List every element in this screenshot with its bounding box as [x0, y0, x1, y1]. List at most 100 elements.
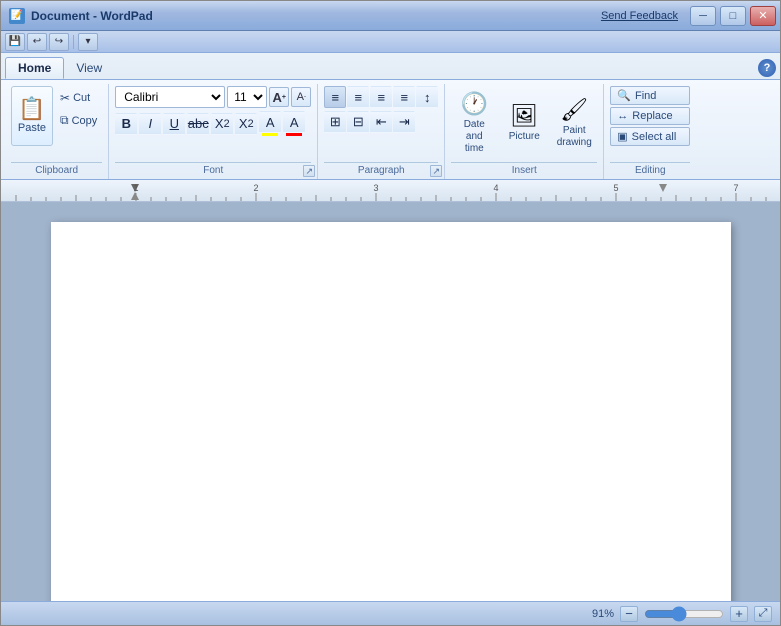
select-all-icon: ▣	[617, 130, 627, 143]
align-center-button[interactable]: ≡	[347, 86, 369, 108]
font-content: Calibri 11 A+ A- B I U abc X2	[115, 86, 311, 162]
font-size-select[interactable]: 11	[227, 86, 267, 108]
picture-icon: 🖼	[510, 103, 538, 129]
copy-button[interactable]: ⧉ Copy	[55, 110, 102, 131]
font-expand-button[interactable]: ↗	[303, 165, 315, 177]
title-bar: 📝 Document - WordPad Send Feedback ─ □ ✕	[1, 1, 780, 31]
cut-label: Cut	[73, 92, 90, 104]
editing-content: 🔍 Find ↔ Replace ▣ Select all	[610, 86, 690, 162]
svg-text:1: 1	[133, 183, 138, 193]
select-all-button[interactable]: ▣ Select all	[610, 127, 690, 146]
para-row-1: ≡ ≡ ≡ ≡ ↕	[324, 86, 438, 108]
editing-group: 🔍 Find ↔ Replace ▣ Select all Editing	[604, 84, 696, 179]
find-button[interactable]: 🔍 Find	[610, 86, 690, 105]
find-label: Find	[635, 90, 656, 102]
zoom-level: 91%	[592, 608, 614, 620]
zoom-slider[interactable]	[644, 607, 724, 621]
save-quick-btn[interactable]: 💾	[5, 33, 25, 51]
replace-label: Replace	[632, 110, 672, 122]
tab-view[interactable]: View	[64, 57, 114, 79]
ribbon: Home View ? 📋 Paste ✂ Cut	[1, 53, 780, 180]
svg-text:3: 3	[373, 183, 378, 193]
align-justify-button[interactable]: ≡	[393, 86, 415, 108]
insert-label: Insert	[451, 162, 597, 179]
svg-text:2: 2	[253, 183, 258, 193]
paint-drawing-button[interactable]: 🖌 Paintdrawing	[551, 92, 597, 154]
redo-quick-btn[interactable]: ↪	[49, 33, 69, 51]
line-spacing-button[interactable]: ↕	[416, 86, 438, 108]
zoom-in-button[interactable]: +	[730, 606, 748, 622]
ribbon-tabs: Home View ?	[1, 53, 780, 79]
paste-label: Paste	[18, 122, 46, 134]
highlight-wrap: A	[259, 111, 281, 136]
find-icon: 🔍	[617, 89, 631, 102]
subscript-button[interactable]: X2	[211, 113, 233, 135]
clipboard-label: Clipboard	[11, 162, 102, 179]
qa-separator	[73, 35, 74, 49]
replace-icon: ↔	[617, 110, 628, 122]
tab-home[interactable]: Home	[5, 57, 64, 79]
font-shrink-button[interactable]: A-	[291, 87, 311, 107]
select-all-label: Select all	[632, 131, 677, 143]
decrease-indent-button[interactable]: ⇤	[370, 111, 392, 133]
ruler-svg: 1 2 3 4 5 7	[1, 180, 780, 202]
bold-button[interactable]: B	[115, 113, 137, 135]
dropdown-quick-btn[interactable]: ▾	[78, 33, 98, 51]
send-feedback-link[interactable]: Send Feedback	[601, 10, 678, 22]
datetime-button[interactable]: 🕐 Date andtime	[451, 86, 497, 160]
font-color-wrap: A	[283, 111, 305, 136]
svg-text:4: 4	[493, 183, 498, 193]
undo-quick-btn[interactable]: ↩	[27, 33, 47, 51]
highlight-button[interactable]: A	[259, 111, 281, 133]
ruler: 1 2 3 4 5 7	[1, 180, 780, 202]
font-label: Font	[115, 162, 311, 179]
para-row-2: ⊞ ⊟ ⇤ ⇥	[324, 111, 415, 133]
paragraph-group: ≡ ≡ ≡ ≡ ↕ ⊞ ⊟ ⇤ ⇥ Paragraph ↗	[318, 84, 445, 179]
paste-button[interactable]: 📋 Paste	[11, 86, 53, 146]
app-window: 📝 Document - WordPad Send Feedback ─ □ ✕…	[0, 0, 781, 626]
font-group: Calibri 11 A+ A- B I U abc X2	[109, 84, 318, 179]
minimize-button[interactable]: ─	[690, 6, 716, 26]
superscript-button[interactable]: X2	[235, 113, 257, 135]
numbering-button[interactable]: ⊟	[347, 111, 369, 133]
window-title: Document - WordPad	[31, 9, 153, 23]
help-button[interactable]: ?	[758, 59, 776, 77]
picture-label: Picture	[509, 131, 540, 143]
font-color-bar	[286, 133, 302, 136]
paragraph-expand-button[interactable]: ↗	[430, 165, 442, 177]
maximize-button[interactable]: □	[720, 6, 746, 26]
font-row-2: B I U abc X2 X2 A A	[115, 111, 305, 136]
highlight-color-bar	[262, 133, 278, 136]
increase-indent-button[interactable]: ⇥	[393, 111, 415, 133]
datetime-icon: 🕐	[461, 91, 488, 117]
replace-button[interactable]: ↔ Replace	[610, 107, 690, 125]
datetime-label: Date andtime	[454, 119, 494, 155]
clipboard-small-buttons: ✂ Cut ⧉ Copy	[55, 86, 102, 131]
align-right-button[interactable]: ≡	[370, 86, 392, 108]
ribbon-content: 📋 Paste ✂ Cut ⧉ Copy Clipboar	[1, 79, 780, 179]
title-bar-right: Send Feedback ─ □ ✕	[601, 6, 776, 26]
underline-button[interactable]: U	[163, 113, 185, 135]
font-face-select[interactable]: Calibri	[115, 86, 225, 108]
paragraph-label: Paragraph	[324, 162, 438, 179]
align-left-button[interactable]: ≡	[324, 86, 346, 108]
app-icon: 📝	[9, 8, 25, 24]
close-button[interactable]: ✕	[750, 6, 776, 26]
quick-access-toolbar: 💾 ↩ ↪ ▾	[1, 31, 780, 53]
cut-button[interactable]: ✂ Cut	[55, 88, 102, 108]
paint-icon: 🖌	[560, 97, 588, 123]
expand-view-button[interactable]: ⤢	[754, 606, 772, 622]
insert-group: 🕐 Date andtime 🖼 Picture 🖌 Paintdrawing …	[445, 84, 604, 179]
paint-label: Paintdrawing	[557, 125, 592, 149]
bullets-button[interactable]: ⊞	[324, 111, 346, 133]
font-color-button[interactable]: A	[283, 111, 305, 133]
editing-label: Editing	[610, 162, 690, 179]
font-grow-button[interactable]: A+	[269, 87, 289, 107]
copy-label: Copy	[72, 115, 98, 127]
document-page[interactable]	[51, 222, 731, 601]
picture-button[interactable]: 🖼 Picture	[501, 93, 547, 153]
clipboard-content: 📋 Paste ✂ Cut ⧉ Copy	[11, 86, 102, 162]
zoom-out-button[interactable]: −	[620, 606, 638, 622]
strikethrough-button[interactable]: abc	[187, 113, 209, 135]
italic-button[interactable]: I	[139, 113, 161, 135]
